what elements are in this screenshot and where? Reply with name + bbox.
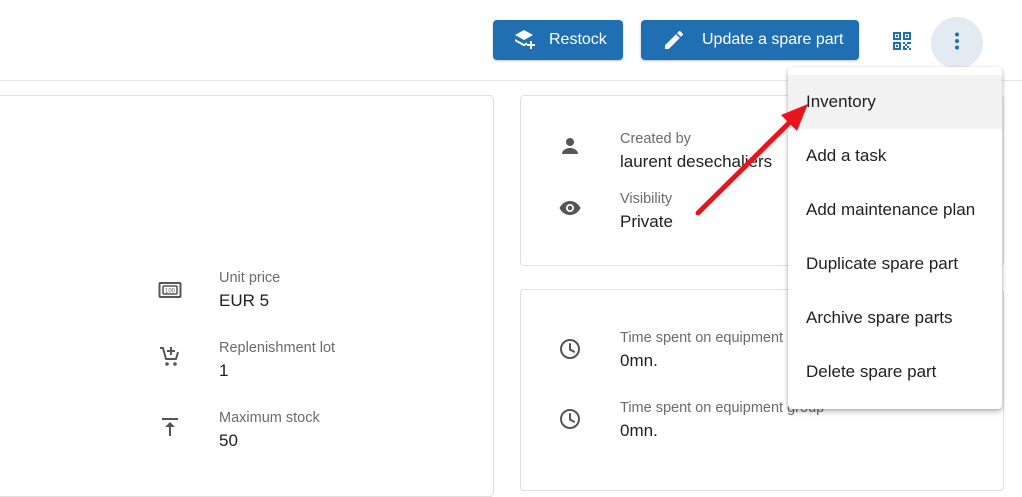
menu-item-add-task[interactable]: Add a task — [788, 129, 1002, 183]
maximum-stock-label: Maximum stock — [219, 410, 320, 426]
more-options-menu: Inventory Add a task Add maintenance pla… — [788, 67, 1002, 409]
unit-price-value: EUR 5 — [219, 291, 270, 310]
replenishment-lot-value: 1 — [219, 361, 229, 380]
svg-text:100: 100 — [165, 289, 176, 295]
time-equipment-group-value: 0mn. — [620, 421, 658, 440]
qr-code-button[interactable] — [890, 29, 914, 53]
cart-plus-icon — [158, 345, 182, 374]
menu-item-delete-spare-part[interactable]: Delete spare part — [788, 345, 1002, 399]
visibility-value: Private — [620, 212, 673, 231]
created-by-value: laurent desechaliers — [620, 152, 773, 171]
qr-code-icon — [890, 32, 914, 57]
max-stock-icon — [158, 415, 182, 444]
more-options-button[interactable] — [931, 17, 983, 69]
pencil-icon — [662, 28, 686, 52]
created-by-label: Created by — [620, 131, 691, 147]
person-icon — [558, 134, 582, 163]
menu-item-inventory[interactable]: Inventory — [788, 75, 1002, 129]
time-equipment-value: 0mn. — [620, 351, 658, 370]
menu-item-archive-spare-parts[interactable]: Archive spare parts — [788, 291, 1002, 345]
eye-icon — [558, 196, 582, 225]
restock-label: Restock — [549, 31, 607, 48]
replenishment-lot-label: Replenishment lot — [219, 340, 336, 356]
menu-item-add-maintenance-plan[interactable]: Add maintenance plan — [788, 183, 1002, 237]
visibility-label: Visibility — [620, 191, 673, 207]
update-spare-part-button[interactable]: Update a spare part — [641, 20, 859, 60]
clock-icon — [558, 337, 582, 366]
clock-icon — [558, 407, 582, 436]
more-vert-icon — [945, 29, 969, 58]
layers-plus-icon — [513, 28, 537, 52]
banknote-icon: 100 — [158, 278, 182, 307]
update-spare-part-label: Update a spare part — [702, 31, 844, 48]
time-equipment-label: Time spent on equipment — [620, 330, 784, 346]
maximum-stock-value: 50 — [219, 431, 238, 450]
menu-item-duplicate-spare-part[interactable]: Duplicate spare part — [788, 237, 1002, 291]
restock-button[interactable]: Restock — [493, 20, 623, 60]
unit-price-label: Unit price — [219, 270, 281, 286]
